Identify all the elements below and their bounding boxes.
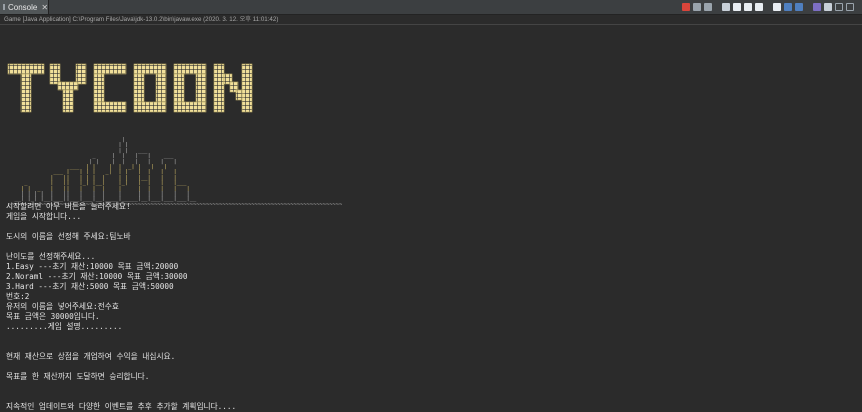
city-skyline-ascii: | | | | | ___ _ | | | | ___ | | | | | | …: [8, 137, 342, 208]
show-when-stdout-icon[interactable]: [755, 3, 763, 11]
close-icon[interactable]: ✕: [41, 3, 48, 12]
console-line: 지속적인 업데이트와 다양한 이벤트를 추후 추가할 계획입니다....: [6, 402, 237, 411]
console-icon: [3, 4, 5, 10]
remove-all-icon[interactable]: [704, 3, 712, 11]
word-wrap-icon[interactable]: [744, 3, 752, 11]
toolbar-separator: [806, 3, 810, 11]
console-line: 2.Noraml ---초기 재산:10000 목표 금액:30000: [6, 272, 188, 281]
minimize-icon[interactable]: [835, 3, 843, 11]
tycoon-banner-art: [7, 63, 253, 113]
display-selected-console-icon[interactable]: [795, 3, 803, 11]
tycoon-banner: [6, 62, 276, 142]
console-line: 게임을 시작합니다...: [6, 212, 82, 221]
path-divider: [0, 24, 862, 25]
console-line: 유저의 이름을 넣어주세요:전수효: [6, 302, 119, 311]
stop-icon[interactable]: [682, 3, 690, 11]
show-when-stderr-icon[interactable]: [773, 3, 781, 11]
remove-launch-icon[interactable]: [693, 3, 701, 11]
console-line: 난이도를 선정해주세요...: [6, 252, 96, 261]
new-console-view-icon[interactable]: [824, 3, 832, 11]
toolbar-separator: [715, 3, 719, 11]
console-output[interactable]: | | | | | ___ _ | | | | ___ | | | | | | …: [4, 26, 854, 412]
console-line: 시작할려면 아무 버튼을 눌러주세요!: [6, 202, 131, 211]
console-line: 현재 재산으로 상점을 개업하여 수익을 내십시요.: [6, 352, 176, 361]
console-line: 번호:2: [6, 292, 30, 301]
open-console-icon[interactable]: [813, 3, 821, 11]
console-text: 시작할려면 아무 버튼을 눌러주세요! 게임을 시작합니다... 도시의 이름을 선…: [6, 202, 236, 412]
console-line: 목표 금액은 30000입니다.: [6, 312, 100, 321]
console-tab[interactable]: Console ✕: [0, 0, 49, 14]
launch-path: Game [Java Application] C:\Program Files…: [4, 16, 279, 23]
pin-console-icon[interactable]: [784, 3, 792, 11]
toolbar-separator: [766, 3, 770, 11]
console-tab-bar: Console ✕: [0, 0, 862, 15]
console-line: 3.Hard ---초기 재산:5000 목표 금액:50000: [6, 282, 174, 291]
scroll-lock-icon[interactable]: [733, 3, 741, 11]
console-line: 1.Easy ---초기 재산:10000 목표 금액:20000: [6, 262, 179, 271]
console-line: 도시의 이름을 선정해 주세요:팀노바: [6, 232, 131, 241]
clear-console-icon[interactable]: [722, 3, 730, 11]
console-line: 목표를 한 재산까지 도달하면 승리합니다.: [6, 372, 150, 381]
console-line: .........게임 설명.........: [6, 322, 123, 331]
console-toolbar: [682, 2, 854, 12]
console-tab-label: Console: [8, 2, 38, 12]
maximize-icon[interactable]: [846, 3, 854, 11]
